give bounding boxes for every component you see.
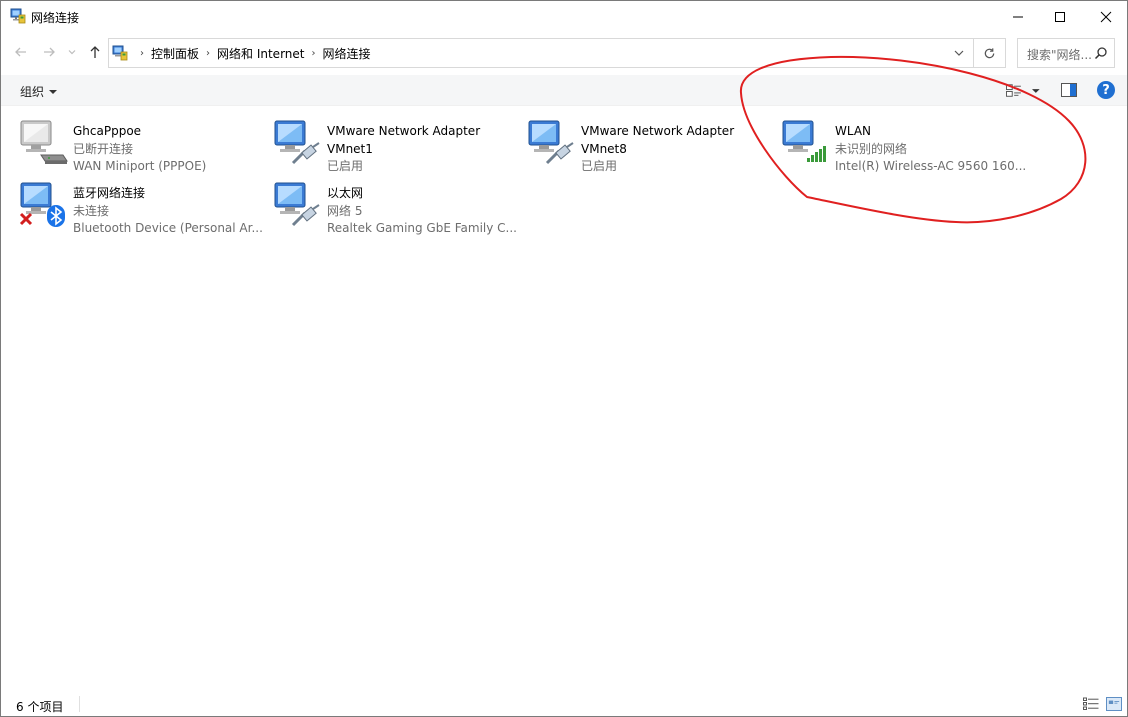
computer-monitor-gray-icon <box>20 120 68 164</box>
modem-icon <box>40 154 68 164</box>
connections-list: GhcaPppoe 已断开连接 WAN Miniport (PPPOE) VMw… <box>1 107 1127 691</box>
close-button[interactable] <box>1083 1 1128 32</box>
wifi-signal-icon <box>807 146 826 162</box>
search-icon[interactable] <box>1094 46 1108 60</box>
minimize-icon <box>1013 16 1023 17</box>
forward-button[interactable] <box>40 43 58 61</box>
search-placeholder: 搜索"网络... <box>1027 48 1092 62</box>
breadcrumb-network-connections[interactable]: 网络连接 <box>322 45 370 62</box>
chevron-down-icon <box>68 50 76 55</box>
breadcrumb-separator[interactable]: › <box>311 48 315 59</box>
connection-name: 蓝牙网络连接 <box>73 186 146 200</box>
explorer-window: 网络连接 › 控制面板 › 网络和 Internet › 网络连接 搜索"网络.… <box>0 0 1128 717</box>
back-button[interactable] <box>12 43 30 61</box>
chevron-down-icon[interactable] <box>953 47 965 59</box>
details-view-icon[interactable] <box>1083 697 1099 711</box>
connection-device: WAN Miniport (PPPOE) <box>73 159 207 173</box>
connection-name: VMware Network Adapter <box>581 124 735 138</box>
ethernet-plug-icon <box>545 142 574 165</box>
computer-monitor-icon <box>274 182 320 227</box>
breadcrumb-separator[interactable]: › <box>206 48 210 59</box>
connection-ghcapppoe[interactable]: GhcaPppoe 已断开连接 WAN Miniport (PPPOE) <box>17 115 267 173</box>
connection-wlan[interactable]: WLAN 未识别的网络 Intel(R) Wireless-AC 9560 16… <box>779 115 1029 173</box>
connection-name-cont: VMnet8 <box>581 141 627 156</box>
item-count: 6 个项目 <box>16 700 64 714</box>
connection-status: 已断开连接 <box>73 141 134 156</box>
connection-device: Intel(R) Wireless-AC 9560 160... <box>835 159 1027 173</box>
connection-name-cont: VMnet1 <box>327 141 373 156</box>
window-title: 网络连接 <box>31 11 80 25</box>
connection-name: GhcaPppoe <box>73 124 142 138</box>
tiles-view-icon[interactable] <box>1106 697 1122 711</box>
computer-monitor-icon <box>274 120 320 165</box>
maximize-button[interactable] <box>1037 1 1083 32</box>
recent-locations-button[interactable] <box>65 43 79 61</box>
status-bar: 6 个项目 <box>1 691 1127 717</box>
connection-device: Bluetooth Device (Personal Ar... <box>73 221 263 235</box>
organize-button[interactable]: 组织 <box>20 83 58 100</box>
refresh-icon <box>984 47 995 58</box>
breadcrumb-separator[interactable]: › <box>140 48 144 59</box>
connection-status: 未识别的网络 <box>835 141 908 156</box>
connection-status: 未连接 <box>73 203 110 218</box>
connection-name: WLAN <box>835 124 872 138</box>
connection-device: Realtek Gaming GbE Family C... <box>327 221 517 235</box>
maximize-icon <box>1055 11 1065 22</box>
organize-label: 组织 <box>20 85 45 99</box>
caret-down-icon <box>1032 89 1040 93</box>
breadcrumb: › 控制面板 › 网络和 Internet › 网络连接 <box>133 39 371 67</box>
ethernet-plug-icon <box>291 204 320 227</box>
bluetooth-icon <box>47 205 65 227</box>
arrow-up-icon <box>90 46 100 58</box>
preview-pane-icon[interactable] <box>1061 83 1077 97</box>
computer-monitor-icon <box>528 120 574 165</box>
connection-vmnet8[interactable]: VMware Network Adapter VMnet8 已启用 <box>525 115 775 173</box>
computer-monitor-icon <box>782 120 826 162</box>
connection-name: 以太网 <box>327 186 364 200</box>
ethernet-plug-icon <box>291 142 320 165</box>
connection-status: 已启用 <box>327 159 364 173</box>
search-box[interactable]: 搜索"网络... <box>1017 38 1115 68</box>
title-bar[interactable]: 网络连接 <box>1 1 1127 32</box>
status-divider <box>79 696 80 712</box>
close-icon <box>1100 11 1112 22</box>
command-bar: 组织 ? <box>1 75 1127 106</box>
arrow-right-icon <box>44 47 55 57</box>
computer-monitor-icon <box>19 182 65 227</box>
caret-down-icon <box>49 89 58 94</box>
control-panel-icon <box>112 45 128 61</box>
minimize-button[interactable] <box>995 1 1041 32</box>
red-x-icon <box>19 212 33 226</box>
breadcrumb-control-panel[interactable]: 控制面板 <box>151 45 199 62</box>
refresh-button[interactable] <box>974 38 1006 68</box>
connection-ethernet[interactable]: 以太网 网络 5 Realtek Gaming GbE Family C... <box>271 177 521 235</box>
change-view-icon <box>1006 84 1021 97</box>
connection-bluetooth[interactable]: 蓝牙网络连接 未连接 Bluetooth Device (Personal Ar… <box>17 177 267 235</box>
navigation-bar: › 控制面板 › 网络和 Internet › 网络连接 搜索"网络... <box>1 32 1127 72</box>
change-view-button[interactable] <box>1006 83 1040 99</box>
arrow-left-icon <box>15 47 26 57</box>
connection-status: 已启用 <box>581 159 618 173</box>
address-bar[interactable]: › 控制面板 › 网络和 Internet › 网络连接 <box>108 38 974 68</box>
up-button[interactable] <box>86 43 104 61</box>
connection-status: 网络 5 <box>327 203 363 218</box>
connection-name: VMware Network Adapter <box>327 124 481 138</box>
breadcrumb-network-internet[interactable]: 网络和 Internet <box>217 45 304 62</box>
help-button[interactable]: ? <box>1097 81 1115 99</box>
connection-vmnet1[interactable]: VMware Network Adapter VMnet1 已启用 <box>271 115 521 173</box>
network-connections-icon <box>10 8 26 24</box>
